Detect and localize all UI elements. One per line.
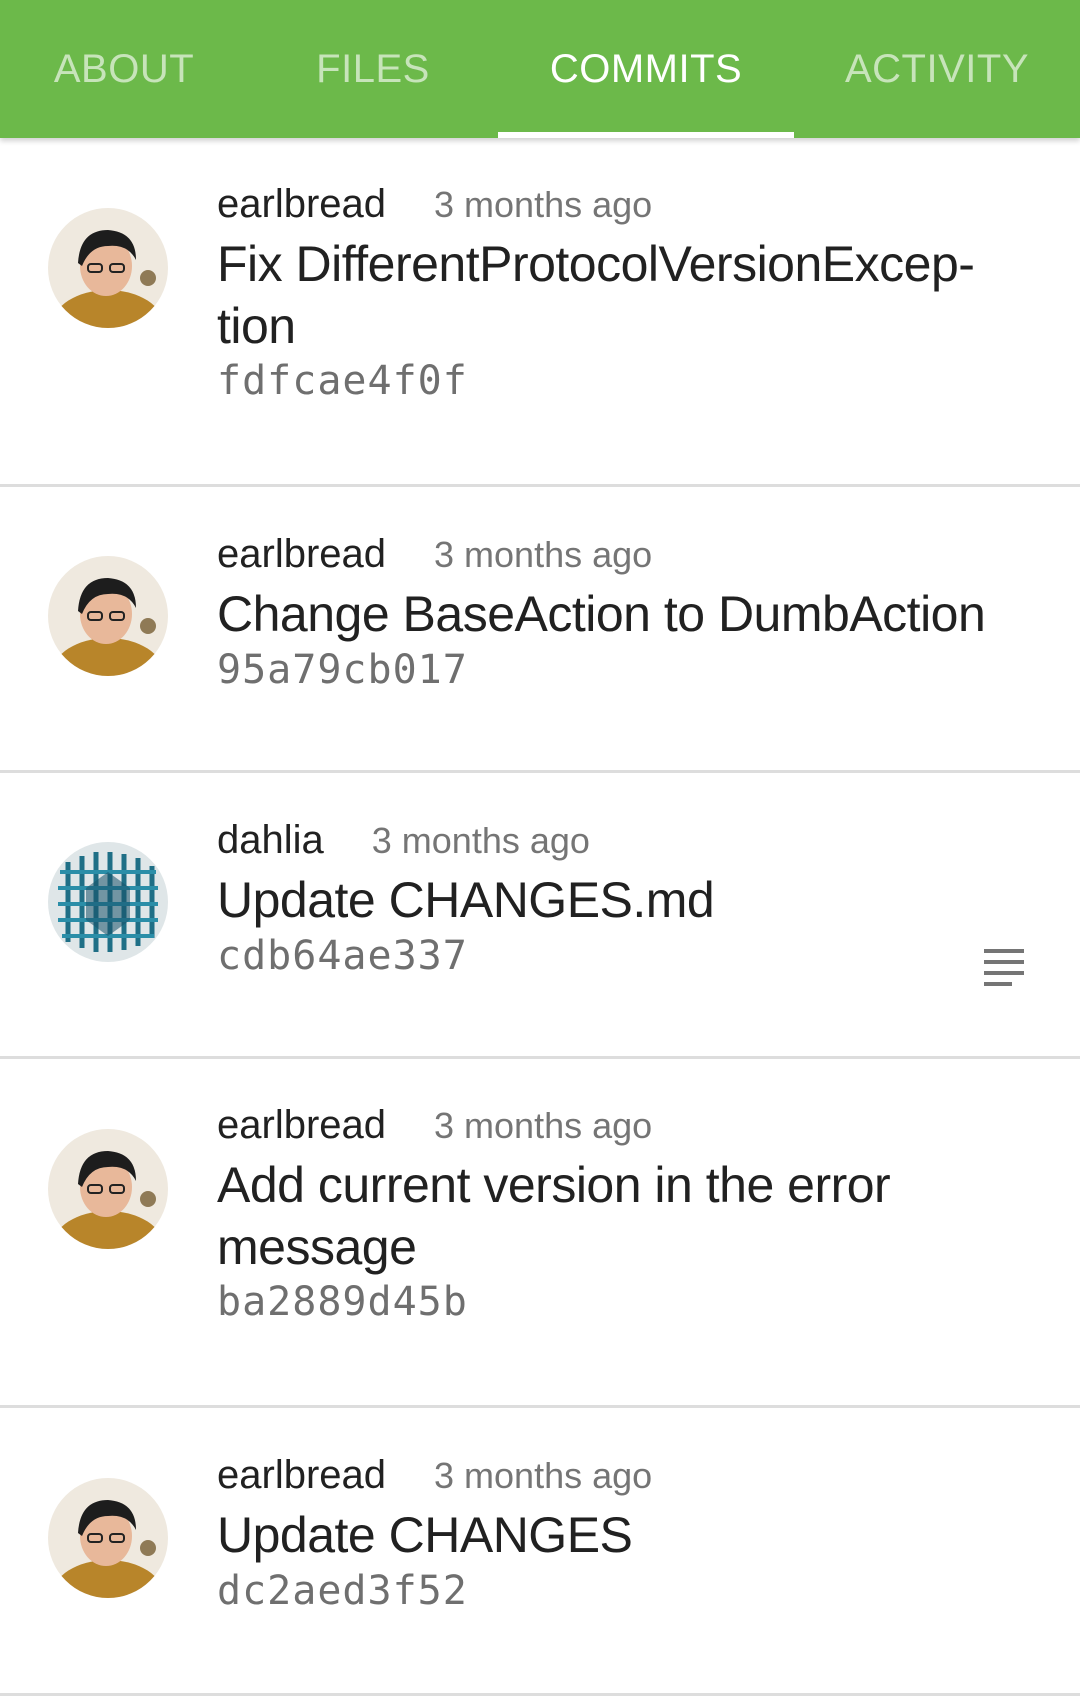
commit-row[interactable]: earlbread 3 months ago Change BaseAction… (0, 487, 1080, 773)
person-photo-icon (48, 1478, 168, 1598)
commit-author: earlbread (217, 532, 387, 576)
tab-activity[interactable]: ACTIVITY (794, 0, 1080, 138)
subject-icon[interactable] (984, 949, 1024, 986)
commit-time: 3 months ago (434, 1455, 653, 1496)
tab-activity-label: ACTIVITY (844, 46, 1030, 91)
commit-sha: 95a79cb017 (217, 647, 468, 693)
commit-meta: earlbread 3 months ago (217, 182, 652, 227)
tab-bar: ABOUT FILES COMMITS ACTIVITY (0, 0, 1080, 138)
person-photo-icon (48, 556, 168, 676)
commit-author: earlbread (217, 182, 387, 226)
commit-row[interactable]: earlbread 3 months ago Fix DifferentProt… (0, 138, 1080, 487)
commit-time: 3 months ago (434, 1105, 653, 1146)
subject-icon-line (984, 960, 1024, 964)
commit-author: dahlia (217, 818, 324, 862)
avatar (48, 842, 168, 962)
person-photo-icon (48, 208, 168, 328)
commit-author: earlbread (217, 1103, 387, 1147)
commit-meta: earlbread 3 months ago (217, 532, 652, 577)
commit-message-line: Update CHANGES.md (217, 872, 715, 928)
commit-message-line: Add current version in the error (217, 1157, 891, 1213)
commit-message-line: message (217, 1219, 417, 1275)
commit-time: 3 months ago (434, 534, 653, 575)
avatar (48, 208, 168, 328)
commit-sha: ba2889d45b (217, 1279, 468, 1325)
person-photo-icon (48, 1129, 168, 1249)
commit-meta: earlbread 3 months ago (217, 1103, 652, 1148)
commit-message-line: Update CHANGES (217, 1507, 633, 1563)
commit-message: Update CHANGES.md (217, 869, 997, 931)
commit-meta: earlbread 3 months ago (217, 1453, 652, 1498)
commit-message: Add current version in the error message (217, 1154, 997, 1278)
tab-commits[interactable]: COMMITS (498, 0, 794, 138)
commit-message: Fix DifferentProtocolVersionExcep- tion (217, 233, 997, 357)
commit-message: Change BaseAction to DumbAction (217, 583, 997, 645)
avatar (48, 1129, 168, 1249)
commit-row[interactable]: earlbread 3 months ago Update CHANGES dc… (0, 1408, 1080, 1696)
commit-row[interactable]: earlbread 3 months ago Add current versi… (0, 1059, 1080, 1408)
avatar (48, 1478, 168, 1598)
commit-sha: cdb64ae337 (217, 933, 468, 979)
tab-commits-label: COMMITS (549, 46, 743, 91)
commit-message-line: Change BaseAction to DumbAction (217, 586, 986, 642)
avatar (48, 556, 168, 676)
subject-icon-line (984, 971, 1024, 975)
commit-row[interactable]: dahlia 3 months ago Update CHANGES.md cd… (0, 773, 1080, 1059)
commit-message-line: Fix DifferentProtocolVersionExcep- (217, 236, 975, 292)
abstract-pattern-icon (48, 842, 168, 962)
tab-about-label: ABOUT (53, 46, 195, 91)
commit-meta: dahlia 3 months ago (217, 818, 590, 863)
commit-time: 3 months ago (371, 820, 590, 861)
commit-sha: fdfcae4f0f (217, 358, 468, 404)
subject-icon-line (984, 949, 1024, 953)
commit-message-line: tion (217, 298, 296, 354)
commit-time: 3 months ago (434, 184, 653, 225)
tab-files[interactable]: FILES (248, 0, 498, 138)
tab-files-label: FILES (316, 46, 430, 91)
commit-author: earlbread (217, 1453, 387, 1497)
commit-message: Update CHANGES (217, 1504, 997, 1566)
tab-about[interactable]: ABOUT (0, 0, 248, 138)
commit-list: earlbread 3 months ago Fix DifferentProt… (0, 138, 1080, 1696)
subject-icon-line (984, 982, 1012, 986)
tab-indicator (498, 132, 794, 138)
commit-sha: dc2aed3f52 (217, 1568, 468, 1614)
